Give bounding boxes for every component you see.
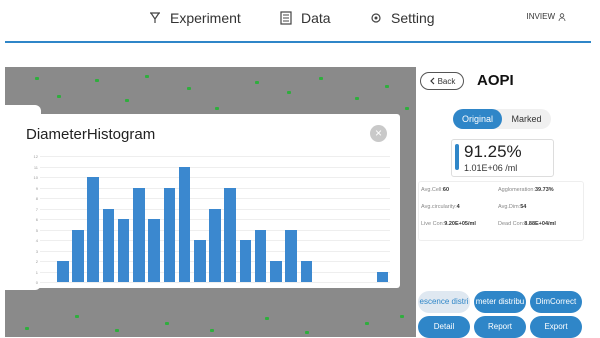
nav-data[interactable]: Data [279,9,331,27]
nav-data-label: Data [301,10,331,26]
y-tick-label: 11 [33,164,38,170]
cell-marker [405,107,409,110]
viability-value: 91.25% [464,142,522,161]
original-toggle[interactable]: Original [453,109,502,129]
histogram-dialog: DiameterHistogram × 0 1 2 3 4 5 6 7 8 9 10 11 12 [14,114,400,288]
histogram-bar [209,208,221,282]
histogram-bar [194,240,206,282]
concentration-value: 1.01E+06 /ml [464,163,518,173]
cell-marker [287,91,291,94]
cell-marker [125,99,129,102]
cell-marker [215,107,219,110]
cell-marker [265,317,269,320]
stat-avg-cell: Avg.Cell:60 [421,187,450,193]
stat-live-con: Live Con:9.20E+05/ml [421,221,476,227]
data-table-icon [280,11,292,25]
result-panel: Back AOPI Original Marked 91.25% 1.01E+0… [418,62,600,338]
view-toggle: Original Marked [453,109,551,129]
stat-avg-circularity: Avg.circularity:4 [421,204,460,210]
y-tick-label: 7 [35,206,38,212]
user-name: INVIEW [526,12,555,21]
y-tick-label: 9 [35,185,38,191]
histogram-bar [300,261,313,282]
cell-marker [305,331,309,334]
y-tick-label: 4 [35,238,38,243]
cell-marker [35,77,39,80]
marked-toggle[interactable]: Marked [502,109,551,129]
cell-marker [75,315,79,318]
y-tick-label: 12 [33,154,38,159]
stats-box: Avg.Cell:60 Agglomeration:39.73% Avg.cir… [418,181,584,241]
histogram-bar [285,229,297,282]
cell-marker [255,81,259,84]
dim-correct-button[interactable]: DimCorrect [530,291,582,313]
histogram-bar [72,229,84,282]
stat-agglomeration: Agglomeration:39.73% [498,187,554,193]
stat-dead-con: Dead Con:8.88E+04/ml [498,221,556,227]
viability-box: 91.25% 1.01E+06 /ml [451,139,554,177]
stat-avg-dim: Avg.Dim:54 [498,204,527,210]
y-tick-label: 0 [35,280,38,285]
y-tick-label: 5 [35,227,38,233]
nav-experiment-label: Experiment [170,10,241,26]
y-tick-label: 10 [33,175,38,180]
histogram-bar [102,208,115,282]
cell-marker [187,87,191,90]
histogram-bar [117,219,130,282]
cell-marker [385,85,389,88]
histogram-bar [376,271,389,282]
histogram-bar [57,261,69,282]
cell-marker [210,329,214,332]
cell-marker [95,79,99,82]
close-button[interactable]: × [370,125,387,142]
dialog-title: DiameterHistogram [26,126,156,143]
histogram-bar [163,187,176,282]
grid-line [40,282,390,283]
grid-line [40,156,390,157]
export-button[interactable]: Export [530,316,582,338]
nav-experiment[interactable]: Experiment [148,9,241,27]
user-icon [558,12,566,21]
gear-icon [371,13,381,23]
histogram-bar [87,177,100,282]
histogram-bar [239,240,252,282]
y-tick-label: 3 [35,248,38,254]
chevron-left-icon [429,77,435,85]
cell-marker [355,97,359,100]
viability-indicator [455,144,459,170]
histogram-bar [133,187,145,282]
report-button[interactable]: Report [474,316,526,338]
back-label: Back [437,76,456,86]
cell-marker [25,327,29,330]
fluorescence-distribution-button[interactable]: escence distri [418,291,470,313]
histogram-bar [178,166,191,282]
y-tick-label: 2 [35,259,38,264]
cell-marker [319,77,323,80]
diameter-histogram-chart: 0 1 2 3 4 5 6 7 8 9 10 11 12 [34,154,390,285]
cell-marker [400,315,404,318]
cell-marker [57,95,61,98]
histogram-bar [270,261,282,282]
histogram-bar [254,229,267,282]
nav-setting-label: Setting [391,10,435,26]
cell-marker [165,322,169,325]
diameter-distribution-button[interactable]: meter distribu [474,291,526,313]
user-menu[interactable]: INVIEW [527,12,566,21]
detail-button[interactable]: Detail [418,316,470,338]
nav-setting[interactable]: Setting [369,9,435,27]
funnel-flask-icon [150,12,160,23]
y-tick-label: 1 [35,269,38,275]
histogram-bar [148,219,160,282]
nav-underline [5,41,591,43]
cell-marker [145,75,149,78]
cell-marker [115,329,119,332]
grid-line [40,166,390,168]
back-button[interactable]: Back [420,72,464,90]
sample-title: AOPI [477,72,514,89]
histogram-bar [224,187,236,282]
top-navigation: Experiment Data Setting INVIEW [0,0,600,40]
y-tick-label: 8 [35,196,38,201]
y-tick-label: 6 [35,217,38,222]
cell-marker [365,322,369,325]
